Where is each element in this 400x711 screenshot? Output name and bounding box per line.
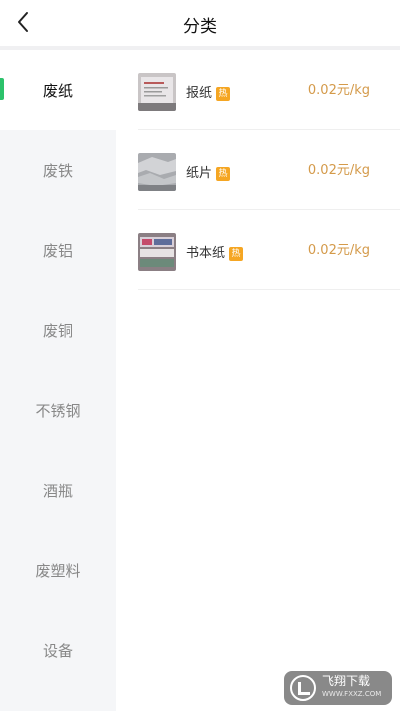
product-name: 纸片 — [186, 166, 213, 181]
sidebar-item-scrap-iron[interactable]: 废铁 — [0, 130, 116, 210]
list-item[interactable]: 书本纸热 0.02元/kg — [138, 210, 400, 290]
list-item[interactable]: 纸片热 0.02元/kg — [138, 130, 400, 210]
hot-badge: 热 — [216, 87, 231, 101]
product-thumbnail — [138, 153, 176, 191]
sidebar-item-label: 不锈钢 — [35, 401, 81, 420]
hot-badge: 热 — [229, 247, 244, 261]
hot-badge: 热 — [216, 167, 231, 181]
top-bar: 分类 — [0, 0, 400, 46]
sidebar-item-label: 酒瓶 — [42, 481, 73, 500]
sidebar-item-label: 废塑料 — [35, 561, 81, 580]
watermark-url: WWW.FXXZ.COM — [322, 690, 382, 698]
sidebar-item-scrap-aluminum[interactable]: 废铝 — [0, 210, 116, 290]
product-name-row: 纸片热 — [186, 162, 231, 181]
sidebar-item-label: 废纸 — [42, 81, 73, 100]
sidebar-item-label: 设备 — [42, 641, 73, 660]
product-price: 0.02元/kg — [307, 243, 370, 258]
product-price: 0.02元/kg — [307, 163, 370, 178]
sidebar-item-scrap-plastic[interactable]: 废塑料 — [0, 530, 116, 610]
product-thumbnail — [138, 73, 176, 111]
sidebar-item-label: 废铝 — [42, 241, 73, 260]
product-name: 报纸 — [186, 86, 213, 101]
sidebar-item-waste-paper[interactable]: 废纸 — [0, 50, 116, 130]
sidebar-item-scrap-copper[interactable]: 废铜 — [0, 290, 116, 370]
product-name-row: 报纸热 — [186, 82, 231, 101]
watermark-text: 飞翔下载 WWW.FXXZ.COM — [322, 675, 381, 701]
category-sidebar: 废纸 废铁 废铝 废铜 不锈钢 酒瓶 废塑料 设备 — [0, 50, 116, 711]
active-indicator — [0, 78, 4, 100]
product-name: 书本纸 — [186, 246, 226, 261]
watermark-logo: 飞翔下载 WWW.FXXZ.COM — [284, 671, 392, 705]
product-price: 0.02元/kg — [307, 83, 370, 98]
page-title: 分类 — [183, 17, 217, 37]
sidebar-item-wine-bottle[interactable]: 酒瓶 — [0, 450, 116, 530]
sidebar-item-label: 废铁 — [42, 161, 73, 180]
watermark-name: 飞翔下载 — [322, 674, 371, 688]
sidebar-item-equipment[interactable]: 设备 — [0, 610, 116, 690]
sidebar-item-stainless-steel[interactable]: 不锈钢 — [0, 370, 116, 450]
product-name-row: 书本纸热 — [186, 242, 244, 261]
site-logo-icon — [290, 675, 316, 701]
sidebar-item-label: 废铜 — [42, 321, 73, 340]
product-thumbnail — [138, 233, 176, 271]
product-list: 报纸热 0.02元/kg 纸片热 0.02元/kg 书本纸 热 0.02元/kg — [116, 50, 400, 711]
list-item[interactable]: 报纸热 0.02元/kg — [138, 50, 400, 130]
